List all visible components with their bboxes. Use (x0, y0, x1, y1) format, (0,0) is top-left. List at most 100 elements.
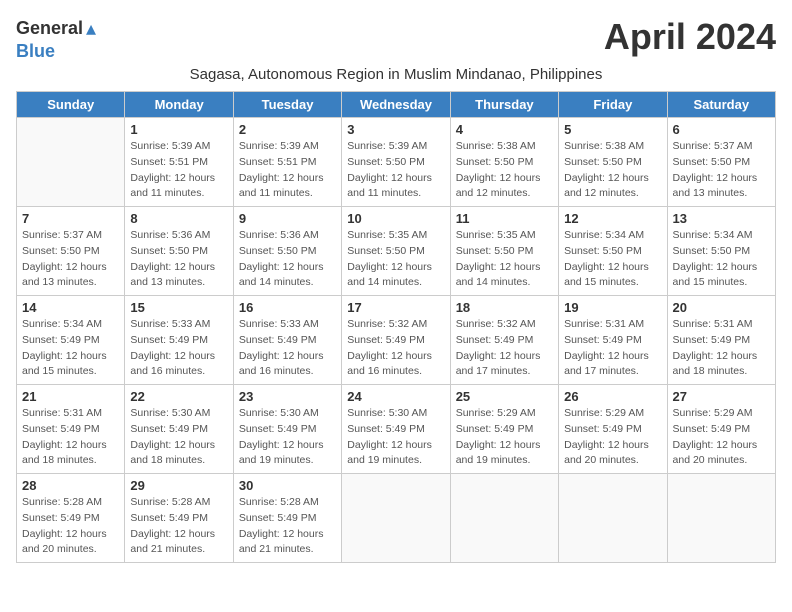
calendar-cell: 25 Sunrise: 5:29 AM Sunset: 5:49 PM Dayli… (450, 385, 558, 474)
calendar-week-2: 7 Sunrise: 5:37 AM Sunset: 5:50 PM Daylig… (17, 207, 776, 296)
day-info: Sunrise: 5:35 AM Sunset: 5:50 PM Dayligh… (347, 228, 444, 291)
weekday-header-sunday: Sunday (17, 92, 125, 118)
calendar-cell (17, 118, 125, 207)
day-number: 11 (456, 211, 553, 226)
calendar-cell: 15 Sunrise: 5:33 AM Sunset: 5:49 PM Dayli… (125, 296, 233, 385)
calendar-cell: 12 Sunrise: 5:34 AM Sunset: 5:50 PM Dayli… (559, 207, 667, 296)
calendar-cell: 6 Sunrise: 5:37 AM Sunset: 5:50 PM Daylig… (667, 118, 775, 207)
calendar-cell: 10 Sunrise: 5:35 AM Sunset: 5:50 PM Dayli… (342, 207, 450, 296)
day-number: 14 (22, 300, 119, 315)
day-number: 1 (130, 122, 227, 137)
day-number: 13 (673, 211, 770, 226)
day-info: Sunrise: 5:38 AM Sunset: 5:50 PM Dayligh… (456, 139, 553, 202)
day-number: 10 (347, 211, 444, 226)
day-info: Sunrise: 5:32 AM Sunset: 5:49 PM Dayligh… (347, 317, 444, 380)
day-info: Sunrise: 5:29 AM Sunset: 5:49 PM Dayligh… (564, 406, 661, 469)
calendar-cell (342, 474, 450, 563)
calendar-cell: 2 Sunrise: 5:39 AM Sunset: 5:51 PM Daylig… (233, 118, 341, 207)
calendar-cell (559, 474, 667, 563)
day-info: Sunrise: 5:39 AM Sunset: 5:51 PM Dayligh… (239, 139, 336, 202)
calendar-cell: 16 Sunrise: 5:33 AM Sunset: 5:49 PM Dayli… (233, 296, 341, 385)
day-number: 6 (673, 122, 770, 137)
day-number: 17 (347, 300, 444, 315)
calendar-cell: 19 Sunrise: 5:31 AM Sunset: 5:49 PM Dayli… (559, 296, 667, 385)
calendar-cell: 4 Sunrise: 5:38 AM Sunset: 5:50 PM Daylig… (450, 118, 558, 207)
logo-general: General (16, 18, 83, 39)
day-number: 15 (130, 300, 227, 315)
day-number: 28 (22, 478, 119, 493)
weekday-header-thursday: Thursday (450, 92, 558, 118)
day-info: Sunrise: 5:34 AM Sunset: 5:50 PM Dayligh… (673, 228, 770, 291)
day-info: Sunrise: 5:33 AM Sunset: 5:49 PM Dayligh… (239, 317, 336, 380)
calendar-cell: 17 Sunrise: 5:32 AM Sunset: 5:49 PM Dayli… (342, 296, 450, 385)
day-number: 26 (564, 389, 661, 404)
weekday-header-saturday: Saturday (667, 92, 775, 118)
day-number: 24 (347, 389, 444, 404)
day-info: Sunrise: 5:38 AM Sunset: 5:50 PM Dayligh… (564, 139, 661, 202)
day-number: 18 (456, 300, 553, 315)
day-number: 2 (239, 122, 336, 137)
day-number: 21 (22, 389, 119, 404)
calendar-cell: 20 Sunrise: 5:31 AM Sunset: 5:49 PM Dayli… (667, 296, 775, 385)
day-info: Sunrise: 5:34 AM Sunset: 5:49 PM Dayligh… (22, 317, 119, 380)
weekday-header-tuesday: Tuesday (233, 92, 341, 118)
day-number: 8 (130, 211, 227, 226)
day-number: 30 (239, 478, 336, 493)
weekday-header-monday: Monday (125, 92, 233, 118)
day-info: Sunrise: 5:39 AM Sunset: 5:51 PM Dayligh… (130, 139, 227, 202)
day-info: Sunrise: 5:33 AM Sunset: 5:49 PM Dayligh… (130, 317, 227, 380)
day-info: Sunrise: 5:37 AM Sunset: 5:50 PM Dayligh… (22, 228, 119, 291)
day-number: 19 (564, 300, 661, 315)
day-info: Sunrise: 5:36 AM Sunset: 5:50 PM Dayligh… (130, 228, 227, 291)
calendar-cell: 24 Sunrise: 5:30 AM Sunset: 5:49 PM Dayli… (342, 385, 450, 474)
day-info: Sunrise: 5:29 AM Sunset: 5:49 PM Dayligh… (673, 406, 770, 469)
day-number: 9 (239, 211, 336, 226)
day-number: 29 (130, 478, 227, 493)
day-info: Sunrise: 5:31 AM Sunset: 5:49 PM Dayligh… (564, 317, 661, 380)
day-number: 22 (130, 389, 227, 404)
day-number: 25 (456, 389, 553, 404)
day-info: Sunrise: 5:39 AM Sunset: 5:50 PM Dayligh… (347, 139, 444, 202)
day-number: 20 (673, 300, 770, 315)
logo: General ▴ Blue (16, 16, 96, 62)
day-info: Sunrise: 5:37 AM Sunset: 5:50 PM Dayligh… (673, 139, 770, 202)
day-number: 7 (22, 211, 119, 226)
calendar-cell (667, 474, 775, 563)
calendar-cell: 3 Sunrise: 5:39 AM Sunset: 5:50 PM Daylig… (342, 118, 450, 207)
day-number: 3 (347, 122, 444, 137)
day-info: Sunrise: 5:35 AM Sunset: 5:50 PM Dayligh… (456, 228, 553, 291)
day-info: Sunrise: 5:30 AM Sunset: 5:49 PM Dayligh… (347, 406, 444, 469)
day-info: Sunrise: 5:29 AM Sunset: 5:49 PM Dayligh… (456, 406, 553, 469)
day-number: 12 (564, 211, 661, 226)
day-info: Sunrise: 5:34 AM Sunset: 5:50 PM Dayligh… (564, 228, 661, 291)
calendar-cell: 29Sunrise: 5:28 AM Sunset: 5:49 PM Dayli… (125, 474, 233, 563)
weekday-header-friday: Friday (559, 92, 667, 118)
calendar-week-4: 21 Sunrise: 5:31 AM Sunset: 5:49 PM Dayli… (17, 385, 776, 474)
calendar-cell: 18Sunrise: 5:32 AM Sunset: 5:49 PM Dayli… (450, 296, 558, 385)
calendar-cell: 9 Sunrise: 5:36 AM Sunset: 5:50 PM Daylig… (233, 207, 341, 296)
day-number: 4 (456, 122, 553, 137)
calendar-cell: 28 Sunrise: 5:28 AM Sunset: 5:49 PM Dayli… (17, 474, 125, 563)
calendar-subtitle: Sagasa, Autonomous Region in Muslim Mind… (16, 66, 776, 83)
day-info: Sunrise: 5:28 AM Sunset: 5:49 PM Dayligh… (22, 495, 119, 558)
calendar-cell: 11 Sunrise: 5:35 AM Sunset: 5:50 PM Dayli… (450, 207, 558, 296)
logo-bird-icon: ▴ (86, 16, 96, 41)
calendar-header-row: SundayMondayTuesdayWednesdayThursdayFrid… (17, 92, 776, 118)
day-info: Sunrise: 5:31 AM Sunset: 5:49 PM Dayligh… (22, 406, 119, 469)
day-info: Sunrise: 5:31 AM Sunset: 5:49 PM Dayligh… (673, 317, 770, 380)
day-number: 23 (239, 389, 336, 404)
calendar-cell: 1 Sunrise: 5:39 AM Sunset: 5:51 PM Daylig… (125, 118, 233, 207)
day-number: 16 (239, 300, 336, 315)
calendar-cell: 13 Sunrise: 5:34 AM Sunset: 5:50 PM Dayli… (667, 207, 775, 296)
calendar-cell: 26 Sunrise: 5:29 AM Sunset: 5:49 PM Dayli… (559, 385, 667, 474)
day-info: Sunrise: 5:36 AM Sunset: 5:50 PM Dayligh… (239, 228, 336, 291)
month-title: April 2024 (604, 16, 776, 58)
calendar-cell: 30Sunrise: 5:28 AM Sunset: 5:49 PM Dayli… (233, 474, 341, 563)
calendar-table: SundayMondayTuesdayWednesdayThursdayFrid… (16, 91, 776, 563)
calendar-cell: 7 Sunrise: 5:37 AM Sunset: 5:50 PM Daylig… (17, 207, 125, 296)
day-number: 5 (564, 122, 661, 137)
calendar-cell: 22Sunrise: 5:30 AM Sunset: 5:49 PM Dayli… (125, 385, 233, 474)
calendar-cell: 14 Sunrise: 5:34 AM Sunset: 5:49 PM Dayli… (17, 296, 125, 385)
day-number: 27 (673, 389, 770, 404)
calendar-cell: 5 Sunrise: 5:38 AM Sunset: 5:50 PM Daylig… (559, 118, 667, 207)
